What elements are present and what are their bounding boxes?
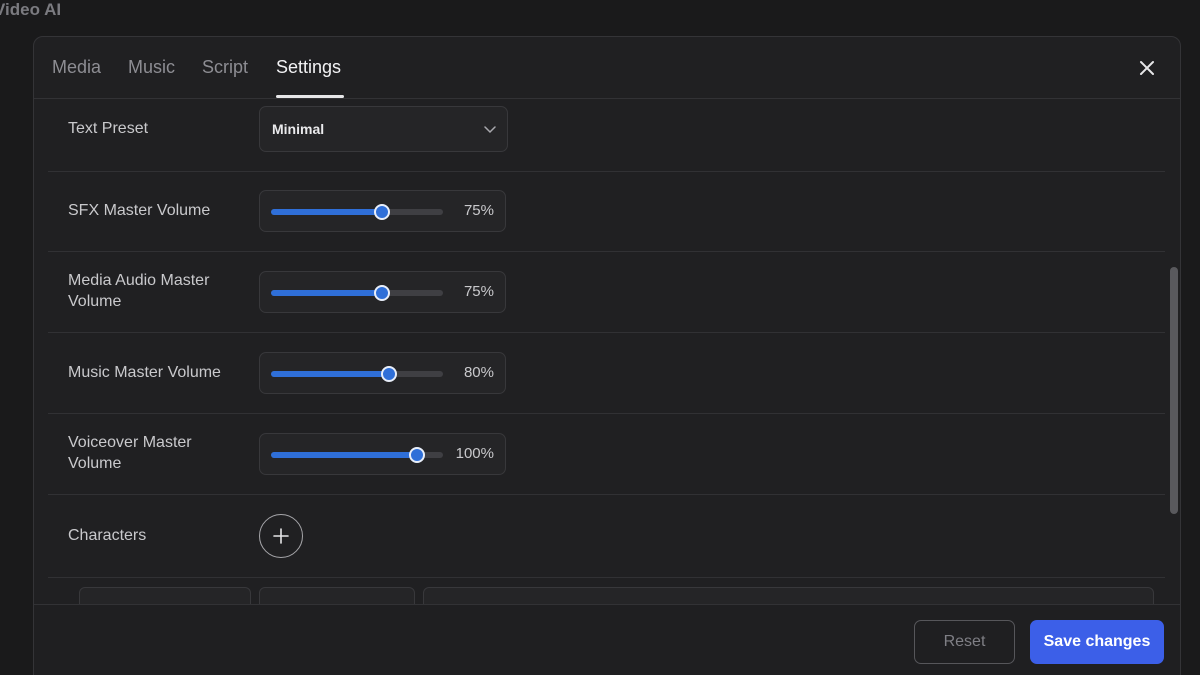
settings-modal: Media Music Script Settings Text Preset …	[33, 36, 1181, 675]
music-volume-slider-box: 80%	[259, 352, 506, 394]
media-audio-volume-thumb[interactable]	[374, 285, 390, 301]
music-volume-slider[interactable]	[271, 366, 443, 382]
add-character-button[interactable]	[259, 514, 303, 558]
tab-script[interactable]: Script	[202, 57, 248, 78]
character-voice-field[interactable]	[259, 587, 415, 604]
sfx-volume-label: SFX Master Volume	[68, 202, 211, 219]
text-preset-label: Text Preset	[68, 120, 149, 137]
character-name-field[interactable]	[79, 587, 251, 604]
voiceover-volume-slider-box: 100%	[259, 433, 506, 475]
close-icon	[1140, 61, 1154, 75]
chevron-down-icon	[484, 126, 496, 134]
characters-label: Characters	[68, 527, 147, 544]
reset-button[interactable]: Reset	[914, 620, 1015, 664]
save-changes-button[interactable]: Save changes	[1030, 620, 1164, 664]
music-volume-label: Music Master Volume	[68, 364, 221, 381]
setting-row-characters: Characters	[48, 495, 1165, 578]
sfx-volume-slider-box: 75%	[259, 190, 506, 232]
music-volume-value: 80%	[463, 364, 494, 381]
active-tab-indicator	[276, 95, 344, 98]
setting-row-music-volume: Music Master Volume 80%	[48, 333, 1165, 414]
character-row-partial	[34, 587, 1166, 604]
media-audio-volume-fill	[271, 290, 382, 296]
tab-music[interactable]: Music	[128, 57, 175, 78]
setting-row-sfx-volume: SFX Master Volume 75%	[48, 172, 1165, 252]
setting-row-media-audio-volume: Media Audio Master Volume 75%	[48, 252, 1165, 333]
settings-content: Text Preset Minimal SFX Master Volume 75…	[34, 99, 1166, 604]
sfx-volume-thumb[interactable]	[374, 204, 390, 220]
media-audio-volume-slider-box: 75%	[259, 271, 506, 313]
voiceover-volume-thumb[interactable]	[409, 447, 425, 463]
app-title: Video AI	[0, 0, 62, 19]
setting-row-voiceover-volume: Voiceover Master Volume 100%	[48, 414, 1165, 495]
media-audio-volume-slider[interactable]	[271, 285, 443, 301]
tab-settings[interactable]: Settings	[276, 57, 341, 78]
content-scrollbar[interactable]	[1170, 267, 1178, 514]
close-button[interactable]	[1136, 57, 1158, 79]
voiceover-volume-fill	[271, 452, 417, 458]
tab-bar: Media Music Script Settings	[34, 37, 1180, 99]
voiceover-volume-value: 100%	[455, 445, 494, 462]
voiceover-volume-slider[interactable]	[271, 447, 443, 463]
text-preset-value: Minimal	[272, 121, 325, 137]
text-preset-select[interactable]: Minimal	[259, 106, 508, 152]
sfx-volume-value: 75%	[463, 202, 494, 219]
setting-row-text-preset: Text Preset Minimal	[48, 99, 1165, 172]
voiceover-volume-label: Voiceover Master Volume	[68, 434, 192, 472]
sfx-volume-fill	[271, 209, 382, 215]
media-audio-volume-value: 75%	[463, 283, 494, 300]
modal-footer: Reset Save changes	[34, 604, 1180, 675]
music-volume-fill	[271, 371, 389, 377]
media-audio-volume-label: Media Audio Master Volume	[68, 272, 210, 310]
tab-media[interactable]: Media	[52, 57, 101, 78]
plus-icon	[273, 528, 289, 544]
sfx-volume-slider[interactable]	[271, 204, 443, 220]
character-description-field[interactable]	[423, 587, 1154, 604]
music-volume-thumb[interactable]	[381, 366, 397, 382]
